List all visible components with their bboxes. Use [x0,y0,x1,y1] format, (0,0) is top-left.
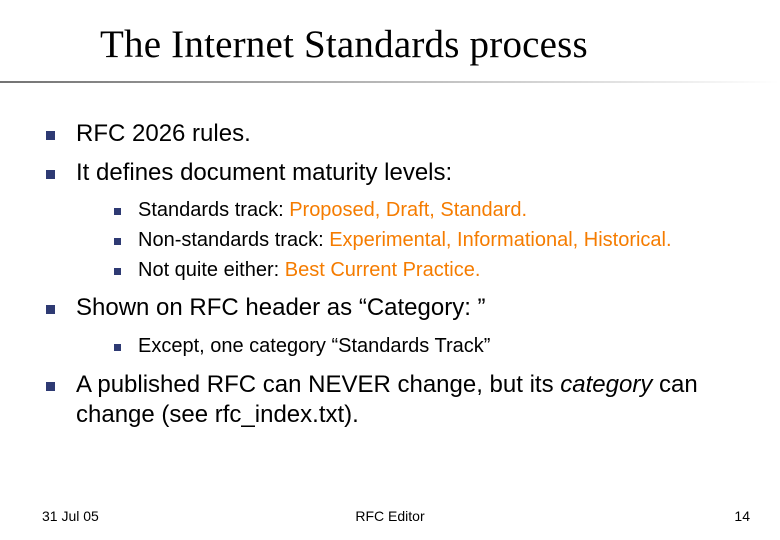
square-bullet-icon [46,131,55,140]
list-item-text: Shown on RFC header as “Category: ” [76,294,486,321]
sub-list: Except, one category “Standards Track” [76,334,740,360]
list-item: It defines document maturity levels: Sta… [40,158,740,284]
list-item: Standards track: Proposed, Draft, Standa… [76,198,740,224]
list-item: Except, one category “Standards Track” [76,334,740,360]
square-bullet-icon [114,238,121,245]
slide-content: RFC 2026 rules. It defines document matu… [40,119,740,431]
list-item: Not quite either: Best Current Practice. [76,258,740,284]
list-item: Non-standards track: Experimental, Infor… [76,228,740,254]
square-bullet-icon [114,268,121,275]
square-bullet-icon [46,170,55,179]
title-divider [0,81,780,83]
list-item-text: Non-standards track: [138,229,329,251]
square-bullet-icon [114,344,121,351]
footer-page-number: 14 [734,508,750,524]
list-item-text: Except, one category “Standards Track” [138,335,490,357]
list-item: A published RFC can NEVER change, but it… [40,370,740,431]
highlight-text: Proposed, Draft, Standard. [289,199,527,221]
footer-center: RFC Editor [0,508,780,524]
bullet-list: RFC 2026 rules. It defines document matu… [40,119,740,431]
square-bullet-icon [46,305,55,314]
sub-list: Standards track: Proposed, Draft, Standa… [76,198,740,283]
list-item: RFC 2026 rules. [40,119,740,150]
square-bullet-icon [114,208,121,215]
highlight-text: Experimental, Informational, Historical. [329,229,671,251]
list-item-text: It defines document maturity levels: [76,159,452,186]
highlight-text: Best Current Practice. [285,259,481,281]
list-item-text: RFC 2026 rules. [76,120,251,147]
slide-title: The Internet Standards process [100,22,740,67]
slide: The Internet Standards process RFC 2026 … [0,0,780,540]
list-item-text: Standards track: [138,199,289,221]
list-item-text: A published RFC can NEVER change, but it… [76,371,560,398]
list-item-text: Not quite either: [138,259,285,281]
list-item: Shown on RFC header as “Category: ” Exce… [40,293,740,359]
italic-text: category [560,371,652,398]
square-bullet-icon [46,382,55,391]
